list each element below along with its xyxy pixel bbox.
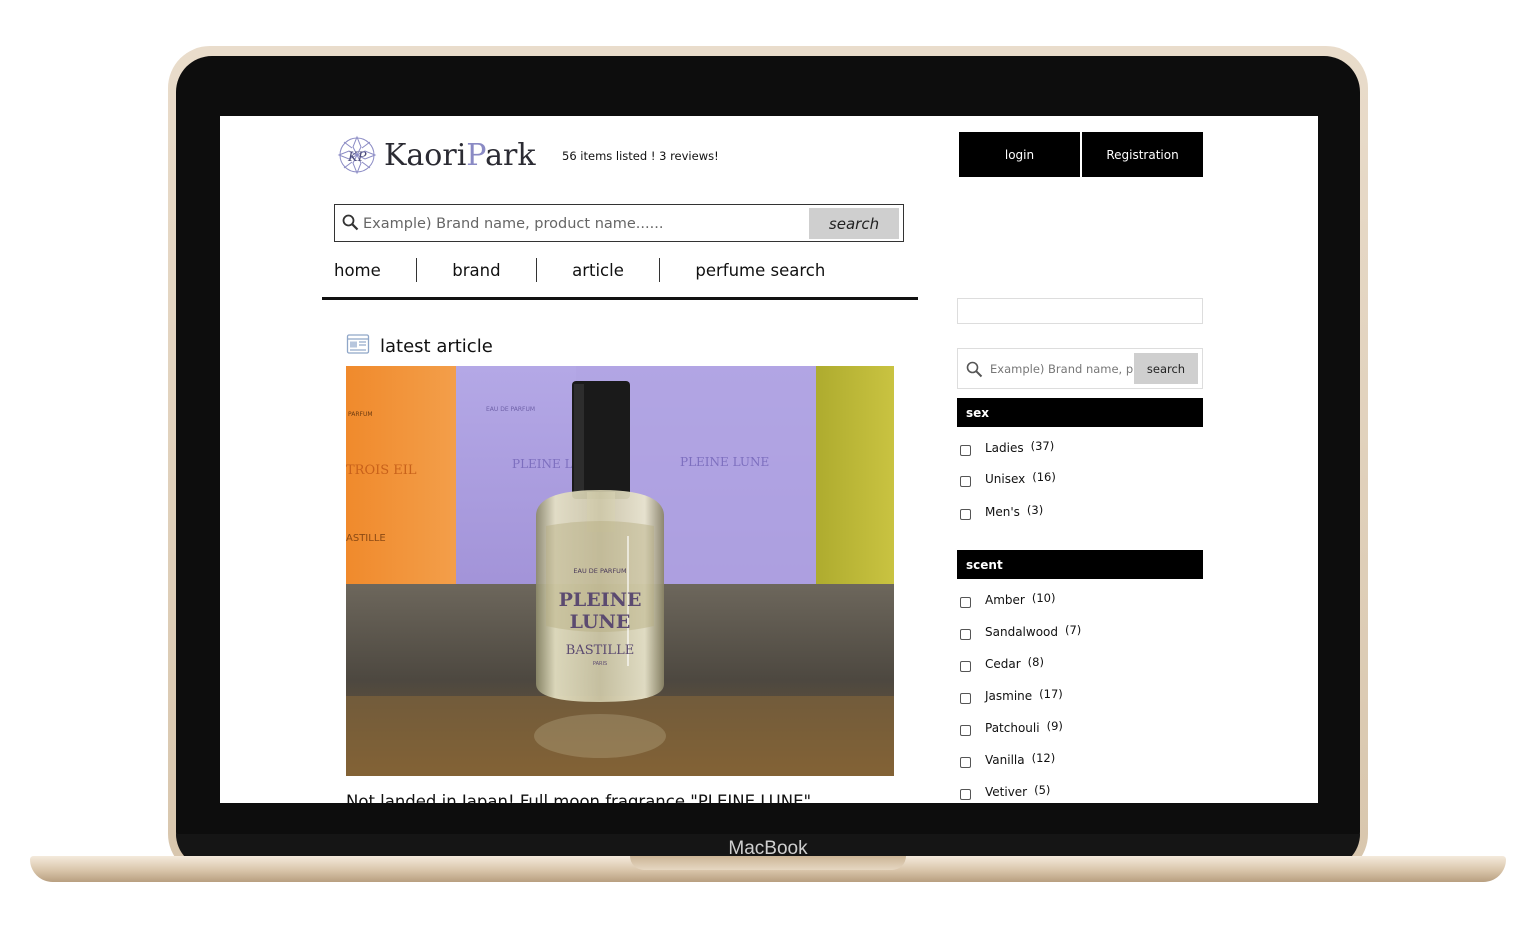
filter-option-cedar[interactable]: Cedar (8) [960,655,1044,672]
listing-count-text: 56 items listed ! 3 reviews! [562,149,719,163]
sidebar-blank-box [957,298,1203,324]
latest-article-heading: latest article [346,332,493,360]
checkbox[interactable] [960,509,971,520]
checkbox[interactable] [960,789,971,800]
filter-option-ladies[interactable]: Ladies (37) [960,439,1054,456]
filter-option-unisex[interactable]: Unisex (16) [960,470,1056,487]
laptop-notch [630,856,906,870]
bottle-label-text: PARIS [593,661,607,667]
nav-divider [535,258,538,282]
nav-divider [658,258,661,282]
browser-screen: KP KaoriPark 56 items listed ! 3 reviews… [220,116,1318,803]
sex-filter-header: sex [957,398,1203,427]
article-title-link[interactable]: Not landed in Japan! Full moon fragrance… [346,792,811,803]
svg-text:KP: KP [347,150,367,165]
checkbox[interactable] [960,693,971,704]
main-search-input[interactable] [361,211,805,237]
nav-perfume-search[interactable]: perfume search [695,261,825,280]
bottle-label-text: LUNE [570,611,631,633]
box-label-text: EAU DE PARFUM [486,406,535,413]
site-logo[interactable]: KP KaoriPark [336,134,536,176]
nav-divider [415,258,418,282]
filter-option-sandalwood[interactable]: Sandalwood (7) [960,623,1081,640]
logo-text: KaoriPark [384,137,536,173]
box-label-text: ASTILLE [346,533,386,544]
sidebar-search-input[interactable] [990,360,1134,378]
nav-home[interactable]: home [334,261,381,280]
nav-underline [322,297,918,300]
bottle-label-text: PLEINE [559,589,642,611]
filter-option-jasmine[interactable]: Jasmine (17) [960,687,1063,704]
search-icon [342,214,359,235]
bottle-label-text: BASTILLE [566,643,634,658]
scent-filter-header: scent [957,550,1203,579]
checkbox[interactable] [960,629,971,640]
registration-button[interactable]: Registration [1082,132,1203,177]
nav-article[interactable]: article [572,261,624,280]
filter-option-patchouli[interactable]: Patchouli (9) [960,719,1063,736]
checkbox[interactable] [960,597,971,608]
filter-option-vanilla[interactable]: Vanilla (12) [960,751,1055,768]
filter-option-mens[interactable]: Men's (3) [960,503,1043,520]
search-icon [966,361,983,382]
section-title: latest article [380,335,493,357]
main-search-button[interactable]: search [809,208,899,239]
box-label-text: PLEINE LUNE [680,455,769,469]
main-nav: home brand article perfume search [334,258,825,282]
filter-option-amber[interactable]: Amber (10) [960,591,1055,608]
filter-option-vetiver[interactable]: Vetiver (5) [960,783,1050,800]
checkbox[interactable] [960,476,971,487]
article-image[interactable]: PARFUM TROIS EIL ASTILLE EAU DE PARFUM P… [346,366,894,776]
sidebar-search-bar: search [957,348,1203,389]
box-label-text: PARFUM [348,411,373,418]
checkbox[interactable] [960,445,971,456]
bottle-label-text: EAU DE PARFUM [573,567,626,575]
main-search-bar: search [334,204,904,242]
checkbox[interactable] [960,661,971,672]
checkbox[interactable] [960,757,971,768]
article-icon [346,332,370,360]
login-button[interactable]: login [959,132,1080,177]
logo-emblem-icon: KP [337,135,377,175]
box-label-text: TROIS EIL [346,463,417,478]
checkbox[interactable] [960,725,971,736]
sidebar-search-button[interactable]: search [1134,353,1198,384]
nav-brand[interactable]: brand [452,261,500,280]
